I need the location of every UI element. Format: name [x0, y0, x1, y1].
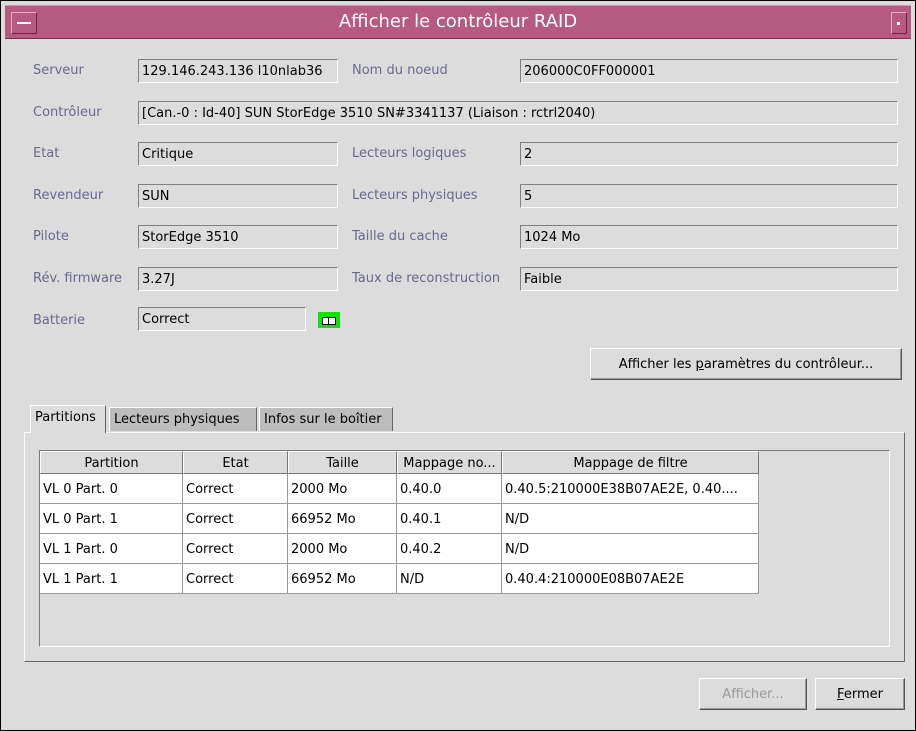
table-cell: Correct	[183, 534, 288, 564]
params-button-text-pre: Afficher les	[618, 357, 696, 372]
revendeur-label: Revendeur	[33, 188, 104, 203]
table-row[interactable]: VL 0 Part. 0 Correct 2000 Mo 0.40.0 0.40…	[40, 474, 759, 504]
afficher-button[interactable]: Afficher...	[699, 678, 807, 710]
table-cell: 0.40.1	[397, 504, 502, 534]
table-cell: VL 0 Part. 1	[40, 504, 183, 534]
table-row[interactable]: VL 0 Part. 1 Correct 66952 Mo 0.40.1 N/D	[40, 504, 759, 534]
tab-lecteurs-physiques[interactable]: Lecteurs physiques	[109, 407, 257, 431]
table-cell: 0.40.4:210000E08B07AE2E	[502, 564, 759, 594]
tab-partitions[interactable]: Partitions	[30, 405, 106, 433]
params-button-mnemonic: p	[695, 357, 704, 372]
column-header-taille[interactable]: Taille	[288, 451, 397, 474]
params-button-text-post: aramètres du contrôleur...	[703, 357, 874, 372]
controleur-label: Contrôleur	[33, 105, 102, 120]
batterie-label: Batterie	[33, 313, 86, 328]
table-cell: VL 0 Part. 0	[40, 474, 183, 504]
table-cell: 66952 Mo	[288, 504, 397, 534]
table-cell: N/D	[397, 564, 502, 594]
fermer-mnemonic: F	[837, 687, 844, 702]
revendeur-field: SUN	[138, 184, 338, 208]
table-cell: 2000 Mo	[288, 474, 397, 504]
rev-firmware-label: Rév. firmware	[33, 271, 123, 286]
table-cell: 0.40.5:210000E38B07AE2E, 0.40....	[502, 474, 759, 504]
column-header-mappage-filtre[interactable]: Mappage de filtre	[502, 451, 759, 474]
table-cell: Correct	[183, 504, 288, 534]
lecteurs-physiques-label: Lecteurs physiques	[352, 188, 478, 203]
window-title: Afficher le contrôleur RAID	[338, 11, 578, 32]
table-cell: Correct	[183, 474, 288, 504]
minimize-icon[interactable]	[891, 12, 907, 34]
serveur-label: Serveur	[33, 63, 84, 78]
table-cell: Correct	[183, 564, 288, 594]
partitions-table: Partition Etat Taille Mappage no... Mapp…	[39, 450, 890, 647]
etat-label: Etat	[33, 146, 60, 161]
table-cell: N/D	[502, 534, 759, 564]
pilote-label: Pilote	[33, 229, 69, 244]
table-cell: 0.40.2	[397, 534, 502, 564]
table-row[interactable]: VL 1 Part. 0 Correct 2000 Mo 0.40.2 N/D	[40, 534, 759, 564]
tab-infos-boitier[interactable]: Infos sur le boîtier	[259, 407, 393, 431]
controleur-field: [Can.-0 : Id-40] SUN StorEdge 3510 SN#33…	[138, 101, 898, 125]
table-cell: VL 1 Part. 1	[40, 564, 183, 594]
table-cell: 0.40.0	[397, 474, 502, 504]
nom-noeud-label: Nom du noeud	[352, 63, 448, 78]
batterie-field: Correct	[138, 307, 306, 331]
taux-reconstruction-label: Taux de reconstruction	[352, 271, 501, 286]
rev-firmware-field: 3.27J	[138, 267, 338, 291]
table-cell: 2000 Mo	[288, 534, 397, 564]
nom-noeud-field: 206000C0FF000001	[520, 59, 898, 83]
table-header: Partition Etat Taille Mappage no... Mapp…	[40, 451, 759, 474]
serveur-field: 129.146.243.136 l10nlab36	[138, 59, 338, 83]
battery-status-icon	[318, 312, 340, 328]
column-header-etat[interactable]: Etat	[183, 451, 288, 474]
column-header-mappage-noeud[interactable]: Mappage no...	[397, 451, 502, 474]
lecteurs-logiques-field: 2	[520, 142, 898, 166]
column-header-partition[interactable]: Partition	[40, 451, 183, 474]
pilote-field: StorEdge 3510	[138, 225, 338, 249]
table-cell: VL 1 Part. 0	[40, 534, 183, 564]
title-bar[interactable]: Afficher le contrôleur RAID	[5, 5, 911, 39]
table-row[interactable]: VL 1 Part. 1 Correct 66952 Mo N/D 0.40.4…	[40, 564, 759, 594]
lecteurs-physiques-field: 5	[520, 184, 898, 208]
show-controller-params-button[interactable]: Afficher les paramètres du contrôleur...	[590, 348, 902, 380]
fermer-button-text: ermer	[843, 687, 883, 702]
fermer-button[interactable]: Fermer	[815, 678, 905, 710]
lecteurs-logiques-label: Lecteurs logiques	[352, 146, 467, 161]
etat-field: Critique	[138, 142, 338, 166]
table-cell: N/D	[502, 504, 759, 534]
taux-reconstruction-field: Faible	[520, 267, 898, 291]
table-cell: 66952 Mo	[288, 564, 397, 594]
taille-cache-label: Taille du cache	[352, 229, 448, 244]
taille-cache-field: 1024 Mo	[520, 225, 898, 249]
